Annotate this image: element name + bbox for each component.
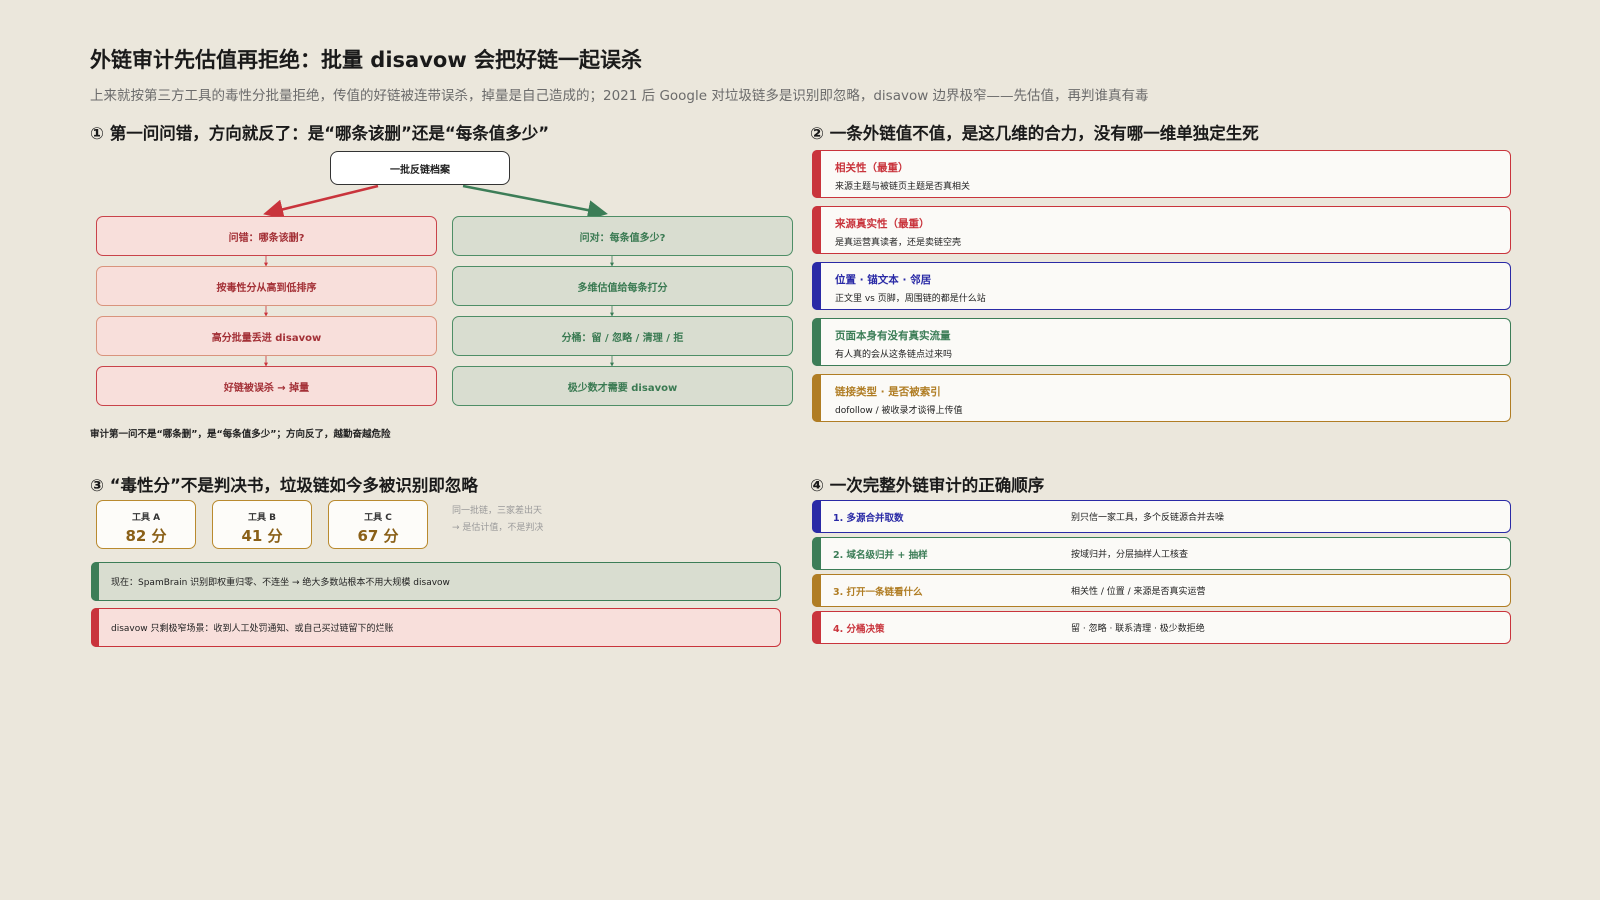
step-desc: 按域归并，分层抽样人工核查: [1071, 550, 1189, 560]
factor-card: 相关性（最重） 来源主题与被链页主题是否真相关: [812, 150, 1511, 198]
tool-score: 41 分: [241, 527, 283, 545]
section1-caption: 审计第一问不是“哪条删”，是“每条值多少”；方向反了，越勤奋越危险: [90, 429, 391, 440]
factor-title: 链接类型 · 是否被索引: [835, 386, 941, 398]
wrong-step-4: 好链被误杀 → 掉量: [96, 366, 437, 406]
tool-side-note: 同一批链，三家差出天 → 是估计值，不是判决: [452, 503, 543, 537]
factor-desc: 正文里 vs 页脚，周围链的都是什么站: [835, 294, 986, 304]
step-row: 3. 打开一条链看什么 相关性 / 位置 / 来源是否真实运营: [812, 574, 1511, 607]
right-step-2: 多维估值给每条打分: [452, 266, 793, 306]
note-disavow-text: disavow 只剩极窄场景：收到人工处罚通知、或自己买过链留下的烂账: [111, 624, 394, 634]
factor-accent-bar: [812, 150, 821, 198]
step-label: 3. 打开一条链看什么: [833, 586, 923, 598]
step-accent-bar: [812, 537, 821, 570]
root-node: 一批反链档案: [330, 151, 510, 185]
factor-card: 页面本身有没有真实流量 有人真的会从这条链点过来吗: [812, 318, 1511, 366]
tool-name: 工具 A: [131, 513, 161, 523]
page-title: 外链审计先估值再拒绝：批量 disavow 会把好链一起误杀: [90, 48, 643, 72]
step-desc: 留 · 忽略 · 联系清理 · 极少数拒绝: [1071, 624, 1205, 634]
factor-accent-bar: [812, 262, 821, 310]
tool-score: 67 分: [357, 527, 399, 545]
tool-score: 82 分: [125, 527, 167, 545]
tool-card-b: 工具 B 41 分: [212, 500, 312, 549]
tool-name: 工具 B: [248, 513, 276, 523]
arrow-to-right: [462, 184, 608, 220]
section3-title: ③ “毒性分”不是判决书，垃圾链如今多被识别即忽略: [90, 476, 478, 495]
factor-accent-bar: [812, 318, 821, 366]
step-label: 1. 多源合并取数: [833, 512, 904, 524]
tool-card-c: 工具 C 67 分: [328, 500, 428, 549]
step-desc: 别只信一家工具，多个反链源合并去噪: [1071, 513, 1225, 523]
step-accent-bar: [812, 611, 821, 644]
factor-desc: 有人真的会从这条链点过来吗: [835, 350, 953, 360]
step-accent-bar: [812, 500, 821, 533]
tool-name: 工具 C: [364, 513, 392, 523]
factor-title: 相关性（最重）: [835, 162, 909, 174]
factor-card: 位置 · 锚文本 · 邻居正文里 vs 页脚，周围链的都是什么站: [812, 262, 1511, 310]
section4-title: ④ 一次完整外链审计的正确顺序: [810, 476, 1045, 495]
step-label: 4. 分桶决策: [833, 623, 885, 635]
right-step-1: 问对：每条值多少?: [452, 216, 793, 256]
factor-desc: dofollow / 被收录才谈得上传值: [835, 406, 963, 416]
factor-desc: 来源主题与被链页主题是否真相关: [835, 182, 971, 192]
factor-title: 位置 · 锚文本 · 邻居: [835, 274, 932, 286]
tool-card-a: 工具 A 82 分: [96, 500, 196, 549]
step-row: 1. 多源合并取数 别只信一家工具，多个反链源合并去噪: [812, 500, 1511, 533]
factor-card: 来源真实性（最重） 是真运营真读者，还是卖链空壳: [812, 206, 1511, 254]
step-row: 2. 域名级归并 + 抽样 按域归并，分层抽样人工核查: [812, 537, 1511, 570]
wrong-step-3: 高分批量丢进 disavow: [96, 316, 437, 356]
factor-title: 页面本身有没有真实流量: [835, 330, 951, 342]
step-row: 4. 分桶决策 留 · 忽略 · 联系清理 · 极少数拒绝: [812, 611, 1511, 644]
factor-accent-bar: [812, 374, 821, 422]
factor-card: 链接类型 · 是否被索引 dofollow / 被收录才谈得上传值: [812, 374, 1511, 422]
note-spambrain: 现在：SpamBrain 识别即权重归零、不连坐 → 绝大多数站根本不用大规模 …: [91, 562, 781, 601]
note-spambrain-text: 现在：SpamBrain 识别即权重归零、不连坐 → 绝大多数站根本不用大规模 …: [111, 578, 450, 588]
wrong-step-1: 问错：哪条该删?: [96, 216, 437, 256]
arrow-to-wrong: [263, 184, 379, 220]
right-step-3: 分桶：留 / 忽略 / 清理 / 拒: [452, 316, 793, 356]
right-step-4: 极少数才需要 disavow: [452, 366, 793, 406]
side-note-line-2: → 是估计值，不是判决: [452, 523, 544, 533]
factor-desc: 是真运营真读者，还是卖链空壳: [835, 238, 962, 248]
wrong-step-2: 按毒性分从高到低排序: [96, 266, 437, 306]
page-subtitle: 上来就按第三方工具的毒性分批量拒绝，传值的好链被连带误杀，掉量是自己造成的；20…: [90, 88, 1149, 104]
step-accent-bar: [812, 574, 821, 607]
step-desc: 相关性 / 位置 / 来源是否真实运营: [1071, 587, 1206, 597]
section2-title: ② 一条外链值不值，是这几维的合力，没有哪一维单独定生死: [810, 124, 1259, 143]
step-label: 2. 域名级归并 + 抽样: [833, 549, 928, 561]
note-disavow: disavow 只剩极窄场景：收到人工处罚通知、或自己买过链留下的烂账: [91, 608, 781, 647]
side-note-line-1: 同一批链，三家差出天: [452, 506, 543, 516]
section1-title: ① 第一问问错，方向就反了：是“哪条该删”还是“每条值多少”: [90, 124, 550, 143]
factor-title: 来源真实性（最重）: [835, 218, 930, 230]
factor-accent-bar: [812, 206, 821, 254]
